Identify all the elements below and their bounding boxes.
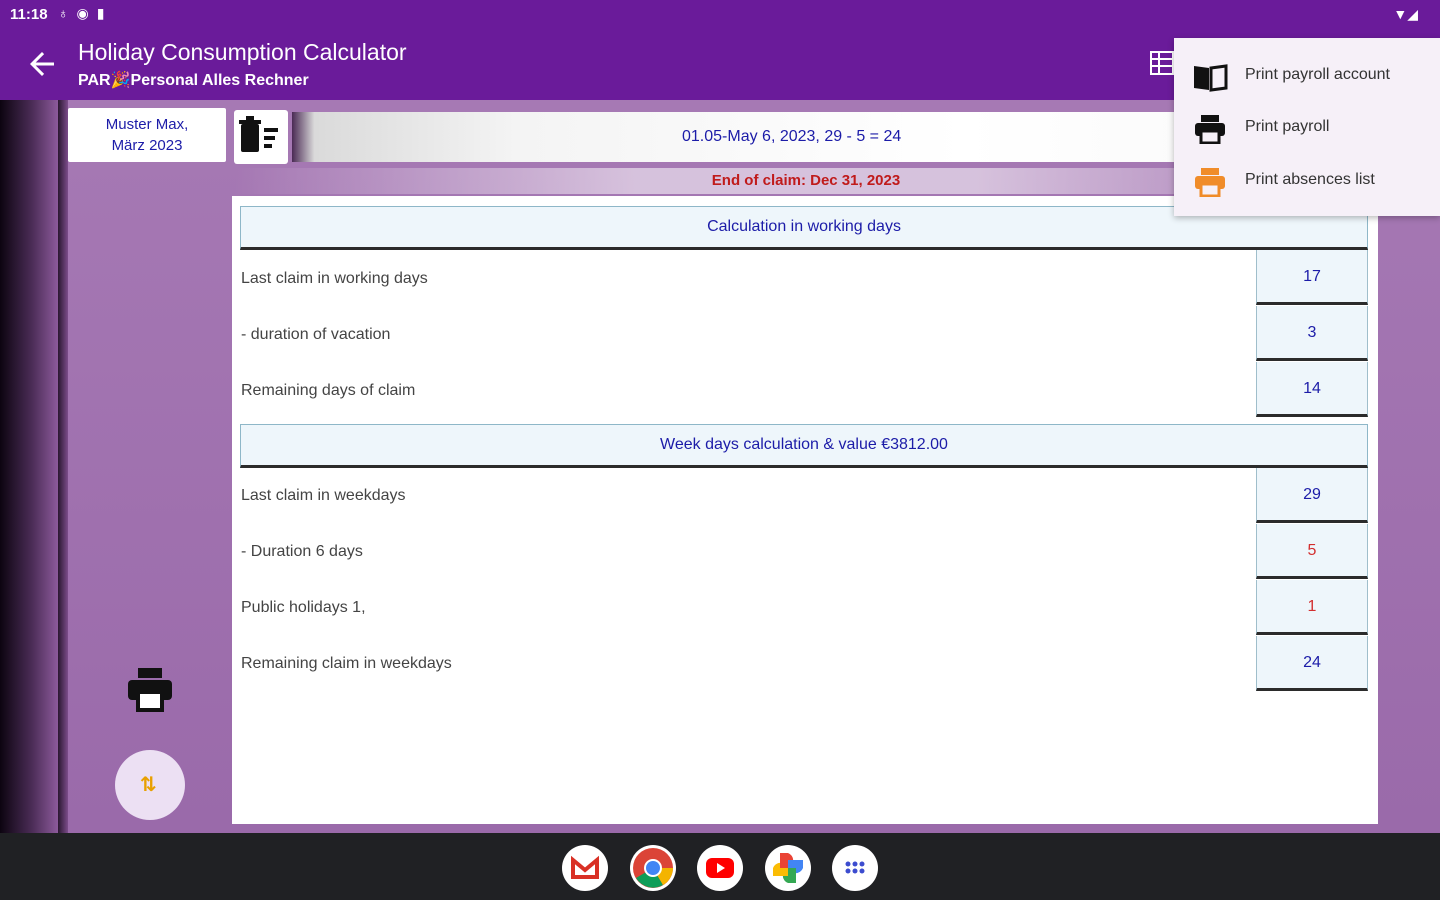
menu-label-print-absences-list: Print absences list: [1245, 171, 1375, 188]
wifi-icon: ▼: [1393, 6, 1408, 22]
app-launcher-icon[interactable]: [832, 845, 878, 891]
value-remaining-weekdays[interactable]: 24: [1256, 636, 1368, 691]
employee-period: März 2023: [111, 137, 183, 154]
overflow-menu: Print payroll account Print payroll Prin…: [1174, 38, 1440, 216]
app-title: Holiday Consumption Calculator: [78, 39, 407, 65]
trash-list-icon: [239, 116, 278, 152]
left-shade: [0, 100, 58, 833]
value-duration-days[interactable]: 5: [1256, 524, 1368, 579]
status-time: 11:18: [10, 6, 48, 23]
printer-orange-icon: [1195, 168, 1225, 197]
gmail-icon[interactable]: [562, 845, 608, 891]
menu-item-print-absences-list[interactable]: Print absences list: [1174, 155, 1440, 207]
calculation-panel: Calculation in working days Last claim i…: [232, 196, 1378, 824]
employee-name: Muster Max,: [105, 116, 189, 133]
app-subtitle: PAR🎉Personal Alles Rechner: [78, 72, 309, 89]
week-days-header: Week days calculation & value €3812.00: [240, 424, 1368, 468]
value-remaining-days[interactable]: 14: [1256, 362, 1368, 417]
menu-item-print-payroll[interactable]: Print payroll: [1174, 102, 1440, 154]
menu-item-print-payroll-account[interactable]: Print payroll account: [1174, 50, 1440, 102]
table-icon[interactable]: [1150, 50, 1174, 76]
row-label-last-claim-weekdays: Last claim in weekdays: [241, 487, 406, 504]
sync-icon: ♁: [58, 5, 69, 21]
floating-action-button[interactable]: ⇅: [115, 750, 185, 820]
delete-list-button[interactable]: [234, 110, 288, 164]
status-bar: 11:18 ♁ ◉ ▮ ▼◢: [0, 0, 1440, 30]
app-icon: ◉: [76, 5, 89, 21]
row-label-public-holidays: Public holidays 1,: [241, 599, 366, 616]
value-public-holidays[interactable]: 1: [1256, 580, 1368, 635]
photos-icon[interactable]: [765, 845, 811, 891]
book-icon: [1194, 64, 1228, 92]
menu-label-print-payroll: Print payroll: [1245, 118, 1330, 135]
value-last-claim-working[interactable]: 17: [1256, 250, 1368, 305]
sort-icon: ⇅: [140, 774, 157, 796]
status-icons: ♁ ◉ ▮: [58, 5, 104, 22]
printer-icon[interactable]: [126, 666, 174, 712]
value-duration-vacation[interactable]: 3: [1256, 306, 1368, 361]
clipboard-icon: ▮: [96, 5, 105, 21]
left-edge: [58, 100, 68, 833]
back-arrow-icon[interactable]: [24, 46, 60, 82]
row-label-duration-days: - Duration 6 days: [241, 543, 363, 560]
value-last-claim-weekdays[interactable]: 29: [1256, 468, 1368, 523]
employee-card[interactable]: Muster Max, März 2023: [68, 108, 226, 162]
signal-icon: ◢: [1407, 6, 1418, 22]
chrome-icon[interactable]: [630, 845, 676, 891]
menu-label-print-payroll-account: Print payroll account: [1245, 66, 1390, 83]
row-label-duration-vacation: - duration of vacation: [241, 326, 391, 343]
printer-icon: [1195, 115, 1225, 144]
system-indicators: ▼◢: [1393, 6, 1418, 23]
row-label-remaining-days: Remaining days of claim: [241, 382, 416, 399]
row-label-last-claim-working: Last claim in working days: [241, 270, 428, 287]
row-label-remaining-weekdays: Remaining claim in weekdays: [241, 655, 452, 672]
youtube-icon[interactable]: [697, 845, 743, 891]
